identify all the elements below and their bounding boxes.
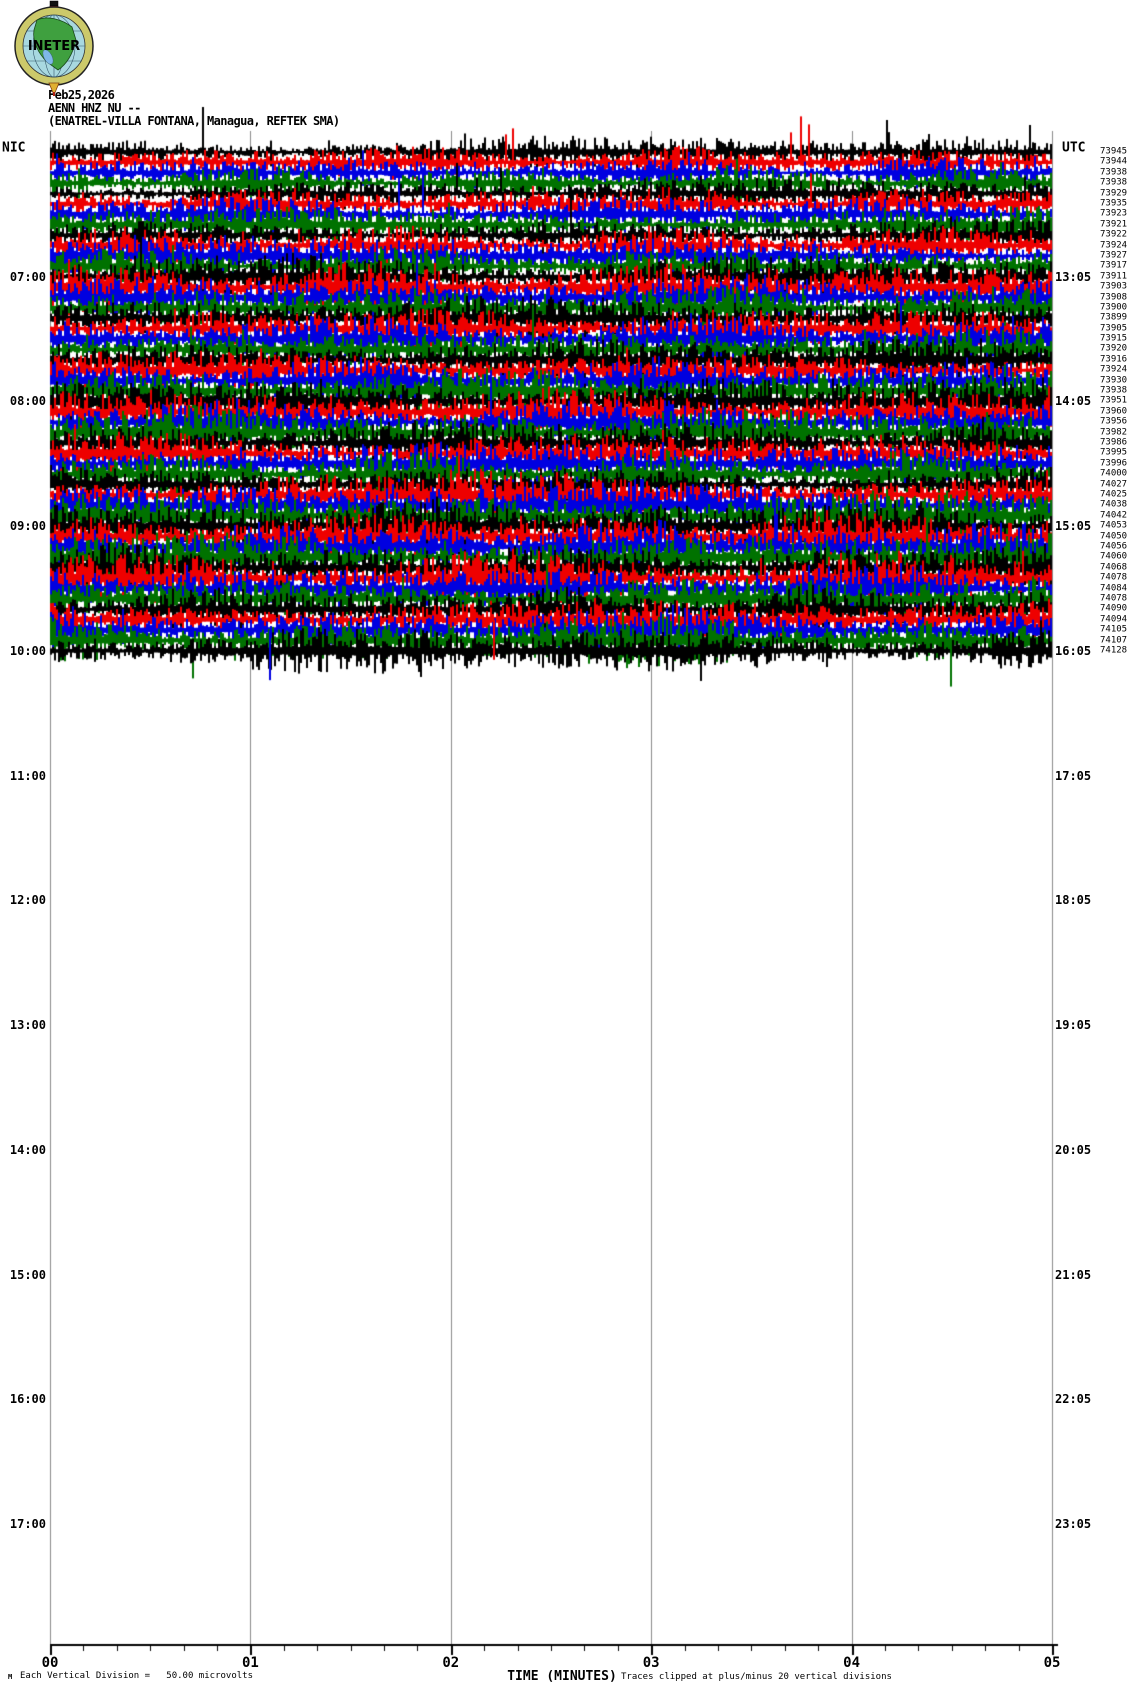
row-baseline-value: 73929 (1100, 188, 1128, 199)
row-baseline-value: 74000 (1100, 468, 1128, 479)
right-hour-label: 22:05 (1055, 1392, 1092, 1407)
row-baseline-value: 73995 (1100, 447, 1128, 458)
row-baseline-value: 73916 (1100, 354, 1128, 365)
row-baseline-value: 74078 (1100, 572, 1128, 583)
row-baseline-value: 73986 (1100, 437, 1128, 448)
timezone-label-utc: UTC (1062, 140, 1086, 156)
row-baseline-value: 73924 (1100, 364, 1128, 375)
left-hour-label: 15:00 (9, 1267, 46, 1282)
row-baseline-value: 73911 (1100, 271, 1128, 282)
station-code: AENN HNZ NU -- (48, 101, 141, 115)
row-baseline-value: 73996 (1100, 458, 1128, 469)
station-description: (ENATREL-VILLA FONTANA, Managua, REFTEK … (48, 114, 340, 128)
row-baseline-value: 74042 (1100, 510, 1128, 521)
row-baseline-value: 73923 (1100, 208, 1128, 219)
left-hour-label: 16:00 (9, 1392, 46, 1407)
right-hour-label: 16:05 (1055, 643, 1092, 658)
right-hour-label: 15:05 (1055, 519, 1092, 534)
right-hour-label: 13:05 (1055, 269, 1092, 284)
row-baseline-value: 73930 (1100, 375, 1128, 386)
x-tick-label: 01 (241, 1655, 259, 1671)
left-hour-label: 12:00 (9, 893, 46, 908)
ineter-logo: INETER (14, 0, 94, 97)
right-hour-label: 18:05 (1055, 893, 1092, 908)
row-baseline-value: 73920 (1100, 343, 1128, 354)
left-hour-label: 13:00 (9, 1018, 46, 1033)
row-baseline-value: 73938 (1100, 177, 1128, 188)
right-hour-label: 21:05 (1055, 1267, 1092, 1282)
left-hour-label: 14:00 (9, 1142, 46, 1157)
seismogram-canvas (0, 0, 1130, 1689)
timezone-label-nic: NIC (2, 140, 26, 156)
right-hour-label: 17:05 (1055, 768, 1092, 783)
x-tick-label: 02 (442, 1655, 460, 1671)
row-baseline-value: 73900 (1100, 302, 1128, 313)
row-baseline-value: 74025 (1100, 489, 1128, 500)
row-baseline-value: 73903 (1100, 281, 1128, 292)
row-baseline-value: 73905 (1100, 323, 1128, 334)
clip-note: Traces clipped at plus/minus 20 vertical… (621, 1672, 892, 1682)
row-baseline-value: 73935 (1100, 198, 1128, 209)
row-baseline-value: 73956 (1100, 416, 1128, 427)
row-baseline-value: 73915 (1100, 333, 1128, 344)
row-baseline-value: 73921 (1100, 219, 1128, 230)
row-baseline-value: 73951 (1100, 395, 1128, 406)
left-hour-label: 08:00 (9, 394, 46, 409)
left-hour-label: 17:00 (9, 1517, 46, 1532)
row-baseline-value: 74068 (1100, 562, 1128, 573)
row-baseline-value: 74128 (1100, 645, 1128, 656)
x-axis-title: TIME (MINUTES) (507, 1669, 617, 1684)
right-hour-label: 19:05 (1055, 1018, 1092, 1033)
left-hour-label: 10:00 (9, 643, 46, 658)
row-baseline-value: 74056 (1100, 541, 1128, 552)
row-baseline-value: 73927 (1100, 250, 1128, 261)
row-baseline-value: 74050 (1100, 531, 1128, 542)
right-hour-label: 14:05 (1055, 394, 1092, 409)
row-baseline-value: 73917 (1100, 260, 1128, 271)
row-baseline-value: 73944 (1100, 156, 1128, 167)
row-baseline-value: 73908 (1100, 292, 1128, 303)
scale-note: Each Vertical Division = 50.00 microvolt… (20, 1671, 253, 1681)
row-baseline-value: 73922 (1100, 229, 1128, 240)
left-hour-label: 09:00 (9, 519, 46, 534)
x-tick-label: 05 (1043, 1655, 1061, 1671)
row-baseline-value: 73938 (1100, 167, 1128, 178)
row-baseline-value: 74038 (1100, 499, 1128, 510)
row-baseline-value: 74094 (1100, 614, 1128, 625)
row-baseline-value: 74090 (1100, 603, 1128, 614)
row-baseline-value: 74027 (1100, 479, 1128, 490)
row-baseline-value: 74078 (1100, 593, 1128, 604)
row-baseline-value: 73899 (1100, 312, 1128, 323)
row-baseline-value: 73960 (1100, 406, 1128, 417)
x-tick-label: 03 (642, 1655, 660, 1671)
right-hour-label: 20:05 (1055, 1142, 1092, 1157)
row-baseline-value: 74084 (1100, 583, 1128, 594)
row-baseline-value: 74053 (1100, 520, 1128, 531)
x-tick-label: 04 (843, 1655, 861, 1671)
left-hour-label: 07:00 (9, 269, 46, 284)
logo-text: INETER (28, 39, 80, 54)
right-hour-label: 23:05 (1055, 1517, 1092, 1532)
row-baseline-value: 73938 (1100, 385, 1128, 396)
helicorder-page: INETER Feb25,2026 AENN HNZ NU -- (ENATRE… (0, 0, 1130, 1689)
row-baseline-value: 73945 (1100, 146, 1128, 157)
row-baseline-value: 73982 (1100, 427, 1128, 438)
left-hour-label: 11:00 (9, 768, 46, 783)
x-tick-label: 00 (41, 1655, 59, 1671)
row-baseline-value: 74107 (1100, 635, 1128, 646)
corner-mark: M (8, 1673, 13, 1681)
row-baseline-value: 74105 (1100, 624, 1128, 635)
row-baseline-value: 73924 (1100, 240, 1128, 251)
row-baseline-value: 74060 (1100, 551, 1128, 562)
